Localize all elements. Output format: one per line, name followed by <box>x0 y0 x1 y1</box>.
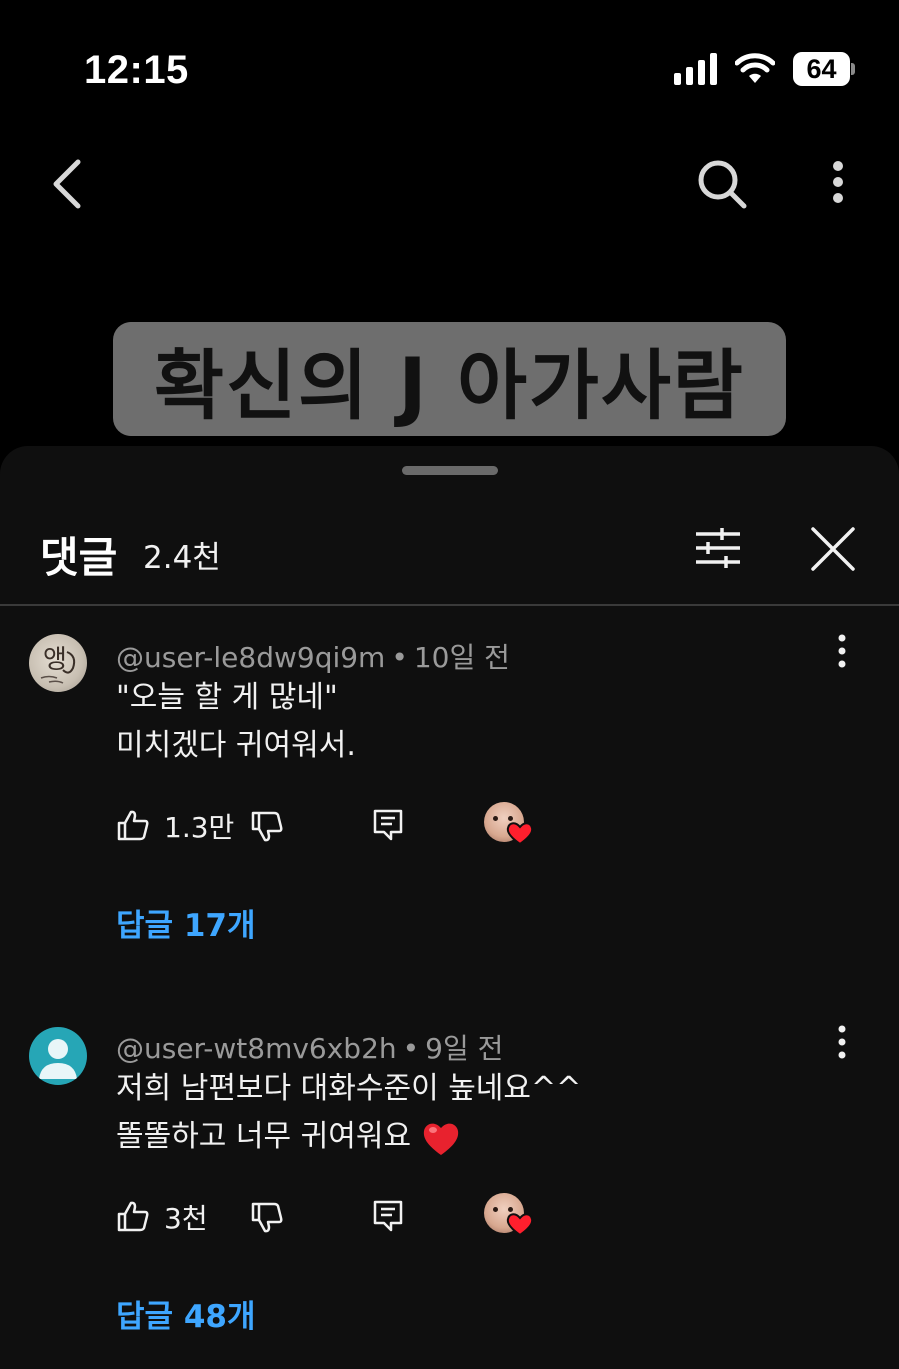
comment-actions: 3천 <box>116 1193 616 1243</box>
video-caption-box: 확신의 J 아가사람 <box>113 322 786 436</box>
comment-more-icon[interactable] <box>828 1023 856 1063</box>
comment-line-with-emoji: 똘똘하고 너무 귀여워요 <box>116 1113 581 1161</box>
comment-line: 미치겠다 귀여워서. <box>116 728 356 763</box>
heart-icon <box>506 822 534 846</box>
video-caption: 확신의 J 아가사람 <box>154 341 745 430</box>
header-divider <box>0 604 899 606</box>
comment-line: "오늘 할 게 많네" <box>116 680 338 715</box>
avatar[interactable]: 앵 <box>29 634 87 692</box>
comment-line: 저희 남편보다 대화수준이 높네요^^ <box>116 1071 582 1106</box>
reply-icon[interactable] <box>372 1199 404 1233</box>
status-bar: 12:15 64 <box>0 0 899 140</box>
thumbs-down-icon[interactable] <box>250 1201 284 1235</box>
thumbs-down-icon[interactable] <box>250 810 284 844</box>
comments-title: 댓글 <box>40 533 118 582</box>
battery-icon: 64 <box>793 52 855 86</box>
comments-count: 2.4천 <box>143 540 221 576</box>
top-nav <box>0 140 899 230</box>
comment-item: @user-wt8mv6xb2h • 9일 전 저희 남편보다 대화수준이 높네요^… <box>0 1023 899 1353</box>
heart-emoji <box>421 1118 461 1158</box>
avatar[interactable] <box>29 1027 87 1085</box>
thumbs-up-icon[interactable] <box>116 808 150 842</box>
comment-meta: @user-le8dw9qi9m • 10일 전 <box>116 641 510 674</box>
comment-author[interactable]: @user-wt8mv6xb2h <box>116 1032 397 1065</box>
reply-icon[interactable] <box>372 808 404 842</box>
drag-handle[interactable] <box>402 466 498 475</box>
comment-actions: 1.3만 <box>116 802 616 852</box>
comment-time: 10일 전 <box>413 641 510 674</box>
status-icons: 64 <box>674 52 855 86</box>
back-chevron-icon[interactable] <box>44 156 94 212</box>
comment-time: 9일 전 <box>425 1032 504 1065</box>
comment-more-icon[interactable] <box>828 632 856 672</box>
heart-icon <box>506 1213 534 1237</box>
comment-text: 저희 남편보다 대화수준이 높네요^^ 똘똘하고 너무 귀여워요 <box>116 1065 581 1161</box>
close-icon[interactable] <box>808 524 858 574</box>
like-count: 3천 <box>164 1202 208 1235</box>
comments-sheet: 댓글 2.4천 앵 @user-le8dw9qi9m • 10일 전 "오늘 할… <box>0 446 899 1369</box>
replies-link[interactable]: 답글 17개 <box>116 900 256 945</box>
comment-text: "오늘 할 게 많네" 미치겠다 귀여워서. <box>116 674 356 770</box>
like-count: 1.3만 <box>164 811 235 844</box>
comment-line: 똘똘하고 너무 귀여워요 <box>116 1119 421 1154</box>
comment-meta: @user-wt8mv6xb2h • 9일 전 <box>116 1032 504 1065</box>
comments-header: 댓글 2.4천 <box>0 506 899 606</box>
creator-heart-badge <box>482 802 534 848</box>
replies-link[interactable]: 답글 48개 <box>116 1291 256 1336</box>
search-icon[interactable] <box>694 156 750 212</box>
status-time: 12:15 <box>84 48 189 92</box>
filter-sliders-icon[interactable] <box>694 524 742 572</box>
comment-author[interactable]: @user-le8dw9qi9m <box>116 641 385 674</box>
thumbs-up-icon[interactable] <box>116 1199 150 1233</box>
battery-level: 64 <box>793 52 850 86</box>
signal-icon <box>674 53 717 85</box>
comment-item: 앵 @user-le8dw9qi9m • 10일 전 "오늘 할 게 많네" 미치겠… <box>0 632 899 962</box>
creator-heart-badge <box>482 1193 534 1239</box>
more-vertical-icon[interactable] <box>818 156 858 212</box>
wifi-icon <box>735 53 775 83</box>
